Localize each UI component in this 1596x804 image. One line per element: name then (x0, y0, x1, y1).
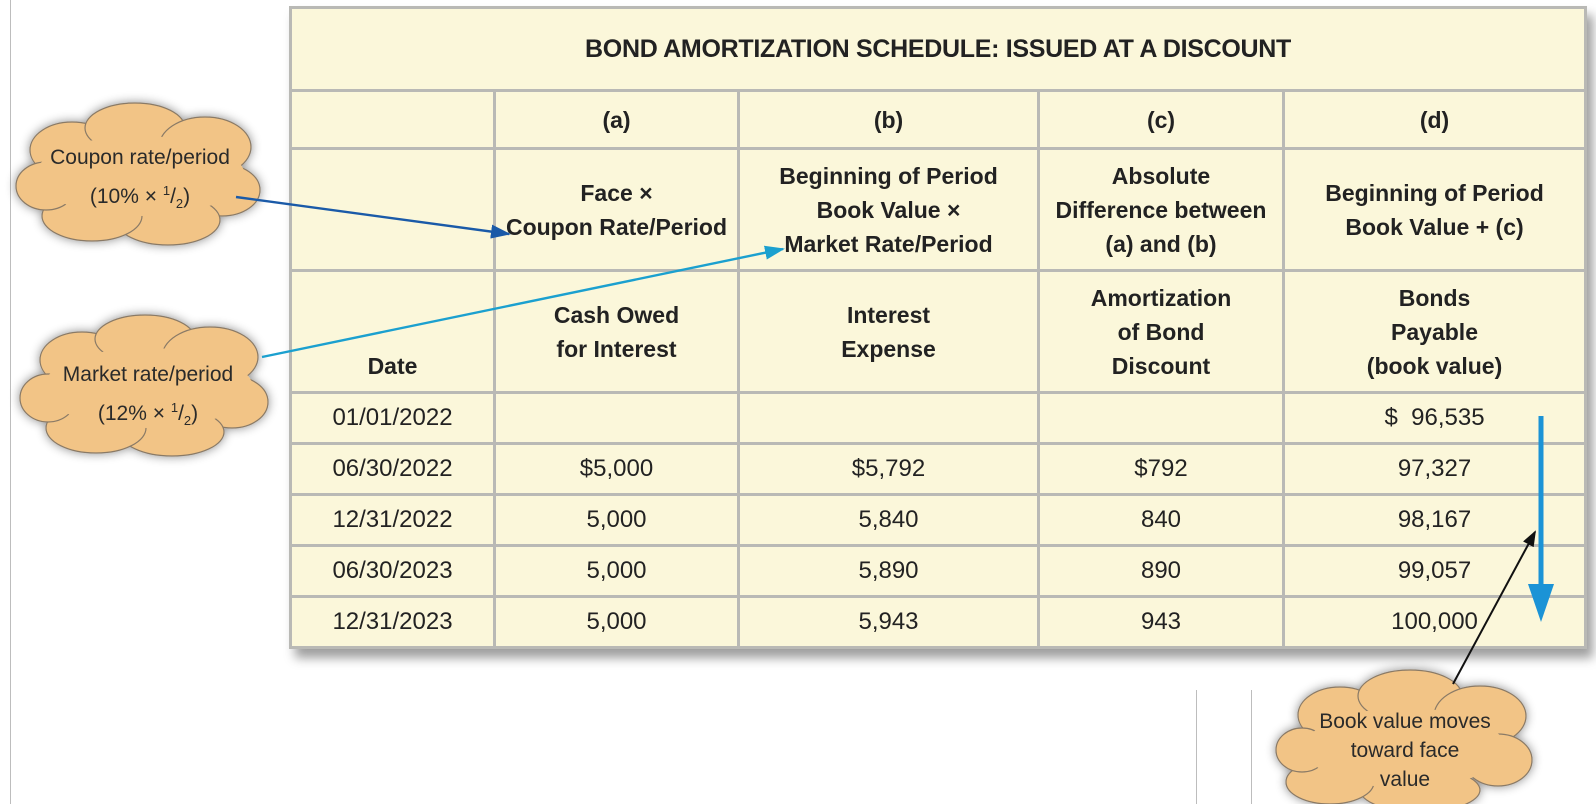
book-value-down-arrowhead (1528, 584, 1554, 622)
coupon-rate-arrow (235, 195, 511, 239)
market-callout-suffix: ) (191, 402, 199, 425)
market-callout-line1: Market rate/period (62, 363, 234, 386)
coupon-callout-line1: Coupon rate/period (50, 146, 230, 169)
coupon-callout-suffix: ) (183, 185, 191, 208)
market-callout-numerator: 1 (170, 400, 179, 415)
coupon-callout-numerator: 1 (162, 183, 171, 198)
book-callout-line2: toward face (1350, 739, 1460, 762)
book-callout-line1: Book value moves (1319, 710, 1491, 733)
coupon-callout-line2: (10% × 1/2) (89, 183, 191, 212)
coupon-callout-prefix: (10% × (89, 185, 163, 208)
book-callout-line3: value (1379, 768, 1431, 791)
market-rate-callout: Market rate/period (12% × 1/2) (48, 358, 248, 437)
book-value-callout: Book value moves toward face value (1305, 707, 1505, 794)
book-callout-pointer (1452, 530, 1536, 685)
coupon-rate-callout: Coupon rate/period (10% × 1/2) (40, 141, 240, 220)
market-rate-arrow (261, 245, 785, 359)
market-callout-prefix: (12% × (97, 402, 171, 425)
market-callout-line2: (12% × 1/2) (97, 400, 199, 429)
